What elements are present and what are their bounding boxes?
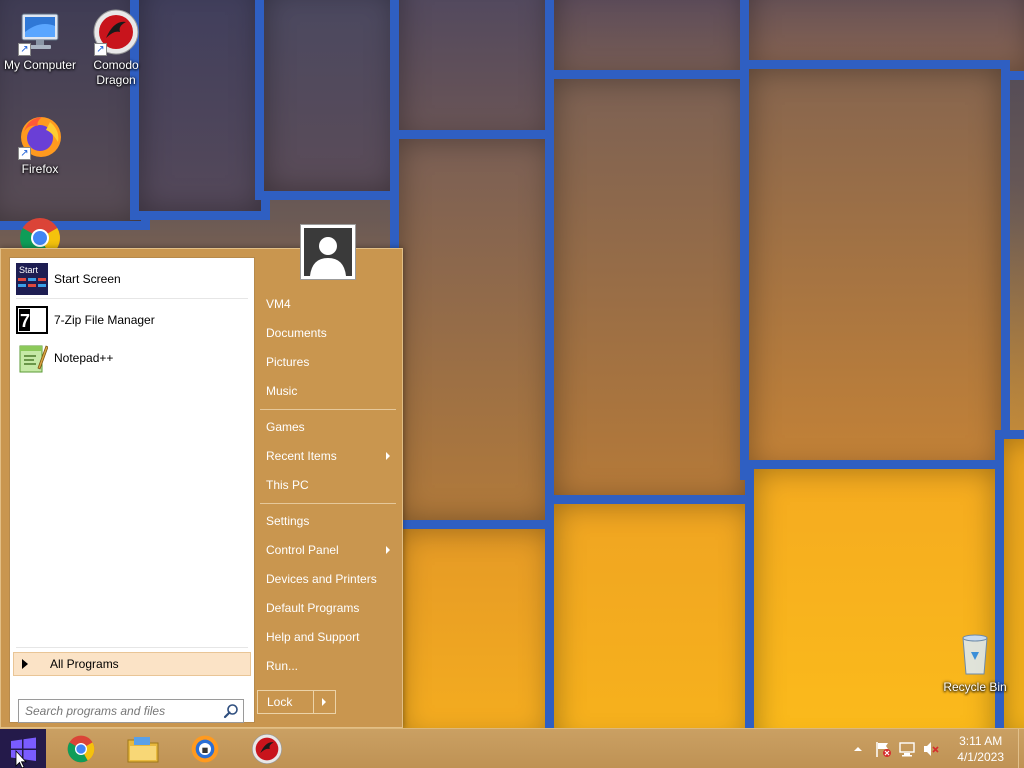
submenu-arrow-icon (386, 452, 390, 460)
clock-time: 3:11 AM (959, 734, 1003, 748)
recycle-bin-icon (951, 630, 999, 678)
menu-item-label: Settings (266, 514, 310, 528)
lock-button[interactable]: Lock (257, 690, 336, 714)
firefox-shortcut[interactable]: ↗ Firefox (0, 112, 80, 177)
start-menu-programs-pane: Start Start Screen 7z 7-Zip File Manager (9, 257, 255, 723)
menu-separator (260, 409, 396, 410)
lock-label: Lock (258, 691, 314, 713)
menu-item-label: Pictures (266, 355, 310, 369)
my-computer-shortcut[interactable]: ↗ My Computer (0, 8, 80, 73)
program-label: Notepad++ (54, 351, 114, 365)
menu-item-documents[interactable]: Documents (258, 320, 396, 346)
firefox-label: Firefox (21, 162, 59, 176)
start-search-box[interactable] (18, 699, 244, 723)
chrome-icon (67, 735, 95, 763)
comodo-dragon-shortcut[interactable]: ↗ Comodo Dragon (76, 8, 156, 88)
menu-item-label: Run... (266, 659, 299, 673)
7zip-icon: 7z (16, 304, 48, 336)
window-pane (740, 60, 1010, 480)
shutdown-options-arrow[interactable] (314, 691, 335, 713)
programs-separator (16, 298, 248, 299)
taskbar-clock[interactable]: 3:11 AM 4/1/2023 (957, 733, 1004, 765)
7zip-icon-text: 7z (20, 311, 39, 331)
window-pane (255, 0, 405, 200)
menu-item-label: This PC (266, 478, 309, 492)
monitor-icon: ↗ (16, 8, 64, 56)
menu-item-recent-items[interactable]: Recent Items (258, 443, 396, 469)
menu-item-label: Music (266, 384, 298, 398)
network-icon[interactable] (898, 740, 916, 758)
search-icon[interactable] (222, 702, 240, 720)
program-label: Start Screen (54, 272, 121, 286)
start-screen-icon: Start (16, 263, 48, 295)
taskbar-comodo-dragon[interactable] (239, 731, 295, 767)
system-tray (850, 729, 940, 768)
shortcut-arrow-icon: ↗ (94, 43, 107, 56)
taskbar: 3:11 AM 4/1/2023 (0, 728, 1024, 768)
menu-item-this-pc[interactable]: This PC (258, 472, 396, 498)
submenu-arrow-icon (386, 546, 390, 554)
program-label: 7-Zip File Manager (54, 313, 155, 327)
menu-item-music[interactable]: Music (258, 378, 396, 404)
all-programs-separator (16, 647, 248, 648)
menu-item-label: VM4 (266, 297, 291, 311)
program-start-screen[interactable]: Start Start Screen (14, 262, 250, 296)
menu-item-settings[interactable]: Settings (258, 508, 396, 534)
window-pane (545, 70, 755, 510)
action-center-flag-icon[interactable] (874, 740, 892, 758)
volume-muted-icon[interactable] (922, 740, 940, 758)
menu-item-label: Default Programs (266, 601, 360, 615)
menu-item-label: Devices and Printers (266, 572, 377, 586)
program-7zip[interactable]: 7z 7-Zip File Manager (14, 303, 250, 337)
menu-item-label: Recent Items (266, 449, 337, 463)
menu-item-pictures[interactable]: Pictures (258, 349, 396, 375)
all-programs-label: All Programs (50, 657, 119, 671)
shortcut-arrow-icon: ↗ (18, 147, 31, 160)
firefox-icon: ↗ (16, 112, 64, 160)
menu-separator (260, 503, 396, 504)
menu-item-run[interactable]: Run... (258, 653, 396, 679)
menu-item-label: Control Panel (266, 543, 339, 557)
show-hidden-icons-icon[interactable] (850, 741, 866, 757)
recycle-bin-shortcut[interactable]: Recycle Bin (935, 630, 1015, 695)
clock-date: 4/1/2023 (957, 750, 1004, 764)
my-computer-label: My Computer (3, 58, 77, 72)
start-button[interactable] (0, 729, 46, 768)
menu-item-games[interactable]: Games (258, 414, 396, 440)
start-screen-icon-text: Start (19, 265, 39, 275)
taskbar-file-explorer[interactable] (115, 731, 171, 767)
taskbar-chrome[interactable] (53, 731, 109, 767)
comodo-ice-dragon-icon (191, 735, 219, 763)
program-notepad-plus-plus[interactable]: Notepad++ (14, 341, 250, 375)
comodo-dragon-label: Comodo Dragon (93, 58, 139, 87)
recycle-bin-label: Recycle Bin (943, 680, 1007, 694)
menu-item-help-and-support[interactable]: Help and Support (258, 624, 396, 650)
windows-logo-icon (11, 737, 36, 768)
file-explorer-icon (127, 737, 159, 763)
menu-item-default-programs[interactable]: Default Programs (258, 595, 396, 621)
all-programs-button[interactable]: All Programs (13, 652, 251, 676)
start-search-input[interactable] (25, 701, 222, 721)
menu-item-vm4[interactable]: VM4 (258, 291, 396, 317)
window-pane (390, 0, 560, 150)
menu-item-label: Documents (266, 326, 327, 340)
menu-item-label: Help and Support (266, 630, 360, 644)
comodo-dragon-icon (252, 734, 282, 764)
menu-item-label: Games (266, 420, 305, 434)
user-silhouette-icon (304, 228, 352, 276)
menu-item-devices-and-printers[interactable]: Devices and Printers (258, 566, 396, 592)
comodo-dragon-icon: ↗ (92, 8, 140, 56)
show-desktop-button[interactable] (1018, 729, 1024, 768)
window-pane (390, 130, 560, 530)
expand-triangle-icon (22, 659, 28, 669)
menu-item-control-panel[interactable]: Control Panel (258, 537, 396, 563)
window-pane (390, 520, 560, 728)
shortcut-arrow-icon: ↗ (18, 43, 31, 56)
window-pane (545, 495, 760, 728)
notepad-plus-plus-icon (16, 342, 49, 374)
user-avatar[interactable] (300, 224, 356, 280)
taskbar-comodo-ice-dragon[interactable] (177, 731, 233, 767)
